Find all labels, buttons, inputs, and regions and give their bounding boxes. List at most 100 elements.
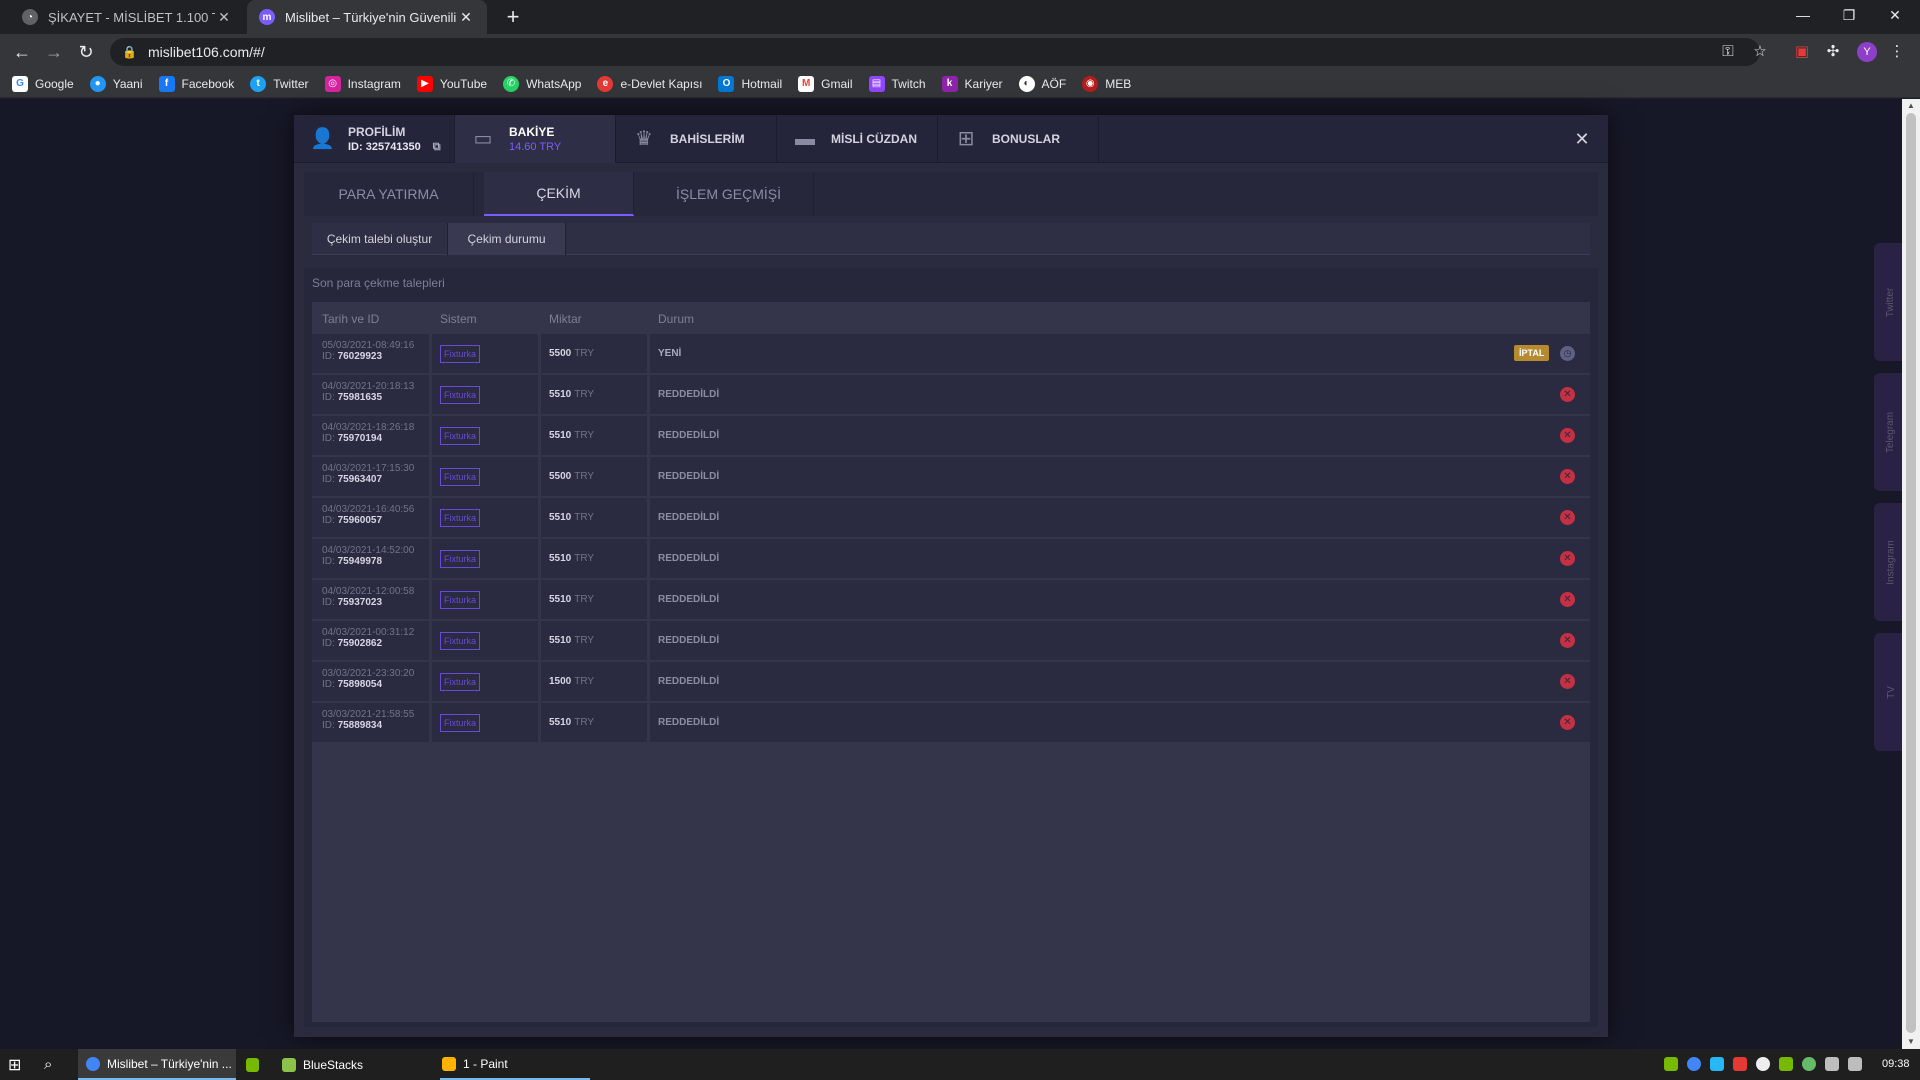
table-row: 03/03/2021-23:30:20 ID: 75898054 Fixturka… bbox=[312, 662, 1590, 701]
restore-icon[interactable]: ❐ bbox=[1826, 0, 1872, 30]
twitch-icon: ▤ bbox=[868, 75, 885, 92]
tab-bets[interactable]: ♛ BAHİSLERİM bbox=[616, 115, 777, 163]
close-window-icon[interactable]: ✕ bbox=[1872, 0, 1918, 30]
nvidia-icon bbox=[246, 1057, 259, 1072]
rejected-icon: ✕ bbox=[1560, 674, 1575, 689]
browser-tab-sikayet[interactable]: ◔ ŞİKAYET - MİSLİBET 1.100 TL YI O ✕ bbox=[10, 0, 245, 34]
tab-balance[interactable]: ▭ BAKİYE 14.60 TRY bbox=[455, 115, 616, 163]
volume-icon[interactable] bbox=[1848, 1057, 1862, 1071]
tab-profile[interactable]: 👤 PROFİLİM ID: 325741350 ⧉ bbox=[294, 115, 455, 163]
taskbar-clock[interactable]: 09:38 bbox=[1882, 1058, 1910, 1070]
headset-icon[interactable] bbox=[1710, 1057, 1724, 1071]
menu-icon[interactable]: ⋮ bbox=[1887, 42, 1907, 62]
bookmark-meb[interactable]: ◉ MEB bbox=[1082, 75, 1131, 92]
star-icon[interactable]: ☆ bbox=[1750, 42, 1770, 62]
gpu-icon[interactable] bbox=[1779, 1057, 1793, 1071]
wallet-card-icon: ▭ bbox=[473, 128, 493, 150]
wallet-icon: ▬ bbox=[795, 128, 815, 150]
bookmark-twitch[interactable]: ▤ Twitch bbox=[868, 75, 926, 92]
extensions-icon[interactable]: ✣ bbox=[1823, 42, 1843, 62]
bookmark-whatsapp[interactable]: ✆ WhatsApp bbox=[503, 75, 581, 92]
forward-icon[interactable]: → bbox=[42, 40, 66, 64]
chrome-tray-icon[interactable] bbox=[1687, 1057, 1701, 1071]
meb-icon: ◉ bbox=[1082, 75, 1099, 92]
tab-deposit[interactable]: PARA YATIRMA bbox=[304, 172, 474, 216]
page-scrollbar[interactable]: ▲ ▼ bbox=[1902, 99, 1920, 1049]
account-tabs: 👤 PROFİLİM ID: 325741350 ⧉ ▭ BAKİYE 14.60… bbox=[294, 115, 1608, 163]
new-tab-button[interactable]: + bbox=[500, 4, 526, 30]
steam-icon[interactable] bbox=[1756, 1057, 1770, 1071]
tab-history[interactable]: İŞLEM GEÇMİŞİ bbox=[644, 172, 814, 216]
status-text: REDDEDİLDİ bbox=[658, 389, 720, 400]
bookmark-youtube[interactable]: ▶ YouTube bbox=[416, 75, 487, 92]
bookmark-kariyer[interactable]: k Kariyer bbox=[941, 75, 1003, 92]
back-icon[interactable]: ← bbox=[10, 40, 34, 64]
bookmark-aof[interactable]: ◐ AÖF bbox=[1018, 75, 1066, 92]
search-icon[interactable]: ⌕ bbox=[44, 1049, 64, 1080]
col-date: Tarih ve ID bbox=[322, 312, 380, 326]
browser-tab-mislibet[interactable]: m Mislibet – Türkiye'nin Güvenilir Ş ✕ bbox=[247, 0, 487, 34]
withdraw-status-panel: Son para çekme talepleri Tarih ve ID Sis… bbox=[304, 268, 1598, 1027]
system-tag: Fixturka bbox=[440, 631, 481, 650]
address-bar[interactable]: 🔒 mislibet106.com/#/ bbox=[110, 38, 1760, 66]
bookmark-twitter[interactable]: t Twitter bbox=[250, 75, 309, 92]
kariyer-icon: k bbox=[941, 75, 958, 92]
browser-tabstrip: ◔ ŞİKAYET - MİSLİBET 1.100 TL YI O ✕ m M… bbox=[0, 0, 1920, 34]
bookmark-gmail[interactable]: M Gmail bbox=[798, 75, 853, 92]
nvidia-taskbar-icon[interactable] bbox=[246, 1049, 266, 1080]
key-icon[interactable]: ⚿ bbox=[1718, 42, 1738, 62]
twitter-icon: t bbox=[250, 75, 267, 92]
status-text: REDDEDİLDİ bbox=[658, 717, 720, 728]
pdf-extension-icon[interactable]: ▣ bbox=[1792, 42, 1812, 62]
instagram-icon: ◎ bbox=[324, 75, 341, 92]
nvidia-tray-icon[interactable] bbox=[1664, 1057, 1678, 1071]
scrollbar-thumb[interactable] bbox=[1906, 113, 1916, 1033]
scroll-down-icon[interactable]: ▼ bbox=[1906, 1037, 1916, 1047]
windows-start-icon[interactable]: ⊞ bbox=[8, 1049, 28, 1080]
tab-withdraw-status[interactable]: Çekim durumu bbox=[448, 223, 566, 255]
tab-title: Mislibet – Türkiye'nin Güvenilir Ş bbox=[285, 9, 457, 25]
minimize-icon[interactable]: — bbox=[1780, 0, 1826, 30]
tab-bonus[interactable]: ⊞ BONUSLAR bbox=[938, 115, 1099, 163]
bookmark-edevlet[interactable]: e e-Devlet Kapısı bbox=[597, 75, 702, 92]
tab-title: ŞİKAYET - MİSLİBET 1.100 TL YI O bbox=[48, 9, 215, 25]
youtube-icon: ▶ bbox=[416, 75, 433, 92]
system-tag: Fixturka bbox=[440, 713, 481, 732]
system-tag: Fixturka bbox=[440, 467, 481, 486]
taskbar-paint[interactable]: 1 - Paint bbox=[440, 1049, 590, 1080]
close-icon[interactable]: ✕ bbox=[1570, 127, 1594, 151]
table-row: 05/03/2021-08:49:16 ID: 76029923 Fixturka… bbox=[312, 334, 1590, 373]
tab-wallet[interactable]: ▬ MİSLİ CÜZDAN bbox=[777, 115, 938, 163]
table-row: 04/03/2021-12:00:58 ID: 75937023 Fixturka… bbox=[312, 580, 1590, 619]
profile-avatar[interactable]: Y bbox=[1857, 42, 1877, 62]
close-tab-icon[interactable]: ✕ bbox=[457, 9, 475, 26]
copy-icon[interactable]: ⧉ bbox=[433, 141, 441, 154]
aof-icon: ◐ bbox=[1018, 75, 1035, 92]
cancel-badge-button[interactable]: İPTAL bbox=[1514, 345, 1550, 361]
bookmark-google[interactable]: G Google bbox=[12, 75, 74, 92]
rejected-icon: ✕ bbox=[1560, 633, 1575, 648]
scroll-up-icon[interactable]: ▲ bbox=[1906, 101, 1916, 111]
bookmark-instagram[interactable]: ◎ Instagram bbox=[324, 75, 401, 92]
sync-icon[interactable] bbox=[1802, 1057, 1816, 1071]
bookmark-hotmail[interactable]: O Hotmail bbox=[718, 75, 782, 92]
close-tab-icon[interactable]: ✕ bbox=[215, 9, 233, 26]
antivirus-icon[interactable] bbox=[1733, 1057, 1747, 1071]
user-id: ID: 325741350 bbox=[348, 140, 421, 153]
tab-create-withdraw[interactable]: Çekim talebi oluştur bbox=[312, 223, 448, 255]
bookmarks-bar: G Google ● Yaani f Facebook t Twitter ◎ Insta… bbox=[0, 70, 1920, 98]
status-text: REDDEDİLDİ bbox=[658, 553, 720, 564]
rejected-icon: ✕ bbox=[1560, 510, 1575, 525]
taskbar-bluestacks[interactable]: BlueStacks bbox=[280, 1049, 430, 1080]
tab-withdraw[interactable]: ÇEKİM bbox=[484, 172, 634, 216]
network-icon[interactable] bbox=[1825, 1057, 1839, 1071]
taskbar-chrome[interactable]: Mislibet – Türkiye'nin ... bbox=[78, 1049, 236, 1080]
bookmark-facebook[interactable]: f Facebook bbox=[158, 75, 234, 92]
outlook-icon: O bbox=[718, 75, 735, 92]
reload-icon[interactable]: ↻ bbox=[74, 40, 98, 64]
bookmark-yaani[interactable]: ● Yaani bbox=[89, 75, 143, 92]
bluestacks-icon bbox=[282, 1057, 296, 1072]
windows-taskbar: ⊞ ⌕ Mislibet – Türkiye'nin ... BlueStack… bbox=[0, 1049, 1920, 1080]
browser-toolbar: ← → ↻ 🔒 mislibet106.com/#/ ⚿ ☆ ▣ ✣ Y ⋮ bbox=[0, 34, 1920, 70]
system-tag: Fixturka bbox=[440, 549, 481, 568]
